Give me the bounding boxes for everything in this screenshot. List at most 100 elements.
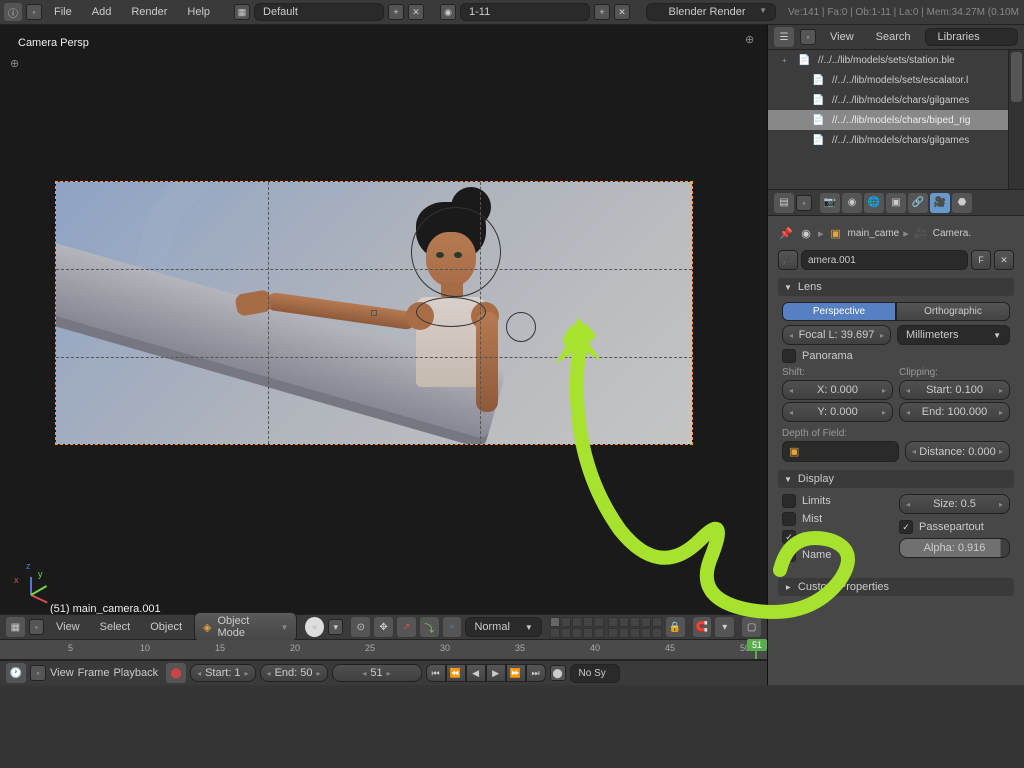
start-frame-input[interactable]: ◂Start: 1▸ bbox=[190, 664, 256, 682]
timeline-editor-icon[interactable]: 🕐 bbox=[6, 663, 26, 683]
expand-menus-icon[interactable]: ◦ bbox=[26, 4, 42, 20]
name-checkbox[interactable] bbox=[782, 548, 796, 562]
menu-help[interactable]: Help bbox=[179, 3, 218, 21]
timeline-view-menu[interactable]: View bbox=[50, 667, 74, 679]
limits-checkbox[interactable] bbox=[782, 494, 796, 508]
snap-type-icon[interactable]: ▾ bbox=[715, 617, 734, 637]
tab-scene-icon[interactable]: ◉ bbox=[842, 193, 862, 213]
tab-object-icon[interactable]: ▣ bbox=[886, 193, 906, 213]
outliner-item[interactable]: 📄//../../lib/models/chars/gilgames bbox=[768, 130, 1024, 150]
dof-object-select[interactable]: ▣ bbox=[782, 441, 899, 462]
mist-checkbox[interactable] bbox=[782, 512, 796, 526]
jump-end-button[interactable]: ⏭ bbox=[526, 664, 546, 682]
outliner-search-menu[interactable]: Search bbox=[868, 28, 919, 46]
scene-add-button[interactable]: + bbox=[594, 4, 610, 20]
menu-render[interactable]: Render bbox=[123, 3, 175, 21]
scene-name-input[interactable]: 1-11 bbox=[460, 3, 590, 21]
props-editor-icon[interactable]: ▤ bbox=[774, 193, 794, 213]
manipulator-translate-icon[interactable]: ↗ bbox=[397, 617, 416, 637]
layout-delete-button[interactable]: ✕ bbox=[408, 4, 424, 20]
lens-panel-header[interactable]: ▼Lens bbox=[778, 278, 1014, 296]
render-border-icon[interactable]: ▢ bbox=[742, 617, 761, 637]
outliner-tree[interactable]: +📄//../../lib/models/sets/station.ble 📄/… bbox=[768, 50, 1024, 190]
alpha-slider[interactable]: Alpha: 0.916 bbox=[899, 538, 1010, 558]
tab-camera-icon[interactable]: 🎥 bbox=[930, 193, 950, 213]
shading-solid-icon[interactable]: ● bbox=[305, 617, 324, 637]
render-engine-select[interactable]: Blender Render ▼ bbox=[646, 3, 776, 21]
pin-icon[interactable]: 📌 bbox=[778, 225, 794, 241]
outliner-item[interactable]: +📄//../../lib/models/sets/station.ble bbox=[768, 50, 1024, 70]
editor-type-icon[interactable]: ▦ bbox=[6, 617, 25, 637]
info-editor-icon[interactable]: ⓘ bbox=[4, 3, 22, 21]
sync-mode-select[interactable]: No Sy bbox=[570, 664, 620, 683]
manipulator-scale-icon[interactable]: ▫ bbox=[443, 617, 462, 637]
perspective-button[interactable]: Perspective bbox=[782, 302, 896, 321]
orthographic-button[interactable]: Orthographic bbox=[896, 302, 1010, 321]
outliner-collapse-icon[interactable]: ◦ bbox=[800, 29, 816, 45]
timeline-ruler[interactable]: 5 10 15 20 25 30 35 40 45 50 bbox=[0, 640, 767, 660]
focal-length-input[interactable]: ◂Focal L: 39.697▸ bbox=[782, 325, 891, 345]
timeline-collapse-icon[interactable]: ◦ bbox=[30, 665, 46, 681]
playhead[interactable] bbox=[755, 640, 757, 659]
tab-render-icon[interactable]: 📷 bbox=[820, 193, 840, 213]
orientation-select[interactable]: Normal▼ bbox=[465, 617, 541, 637]
timeline-frame-menu[interactable]: Frame bbox=[78, 667, 110, 679]
play-reverse-button[interactable]: ◀ bbox=[466, 664, 486, 682]
lens-unit-select[interactable]: Millimeters▼ bbox=[897, 325, 1010, 345]
panorama-checkbox[interactable] bbox=[782, 349, 796, 363]
camera-name-input[interactable] bbox=[801, 250, 968, 270]
passepartout-checkbox[interactable] bbox=[899, 520, 913, 534]
view-menu[interactable]: View bbox=[48, 618, 88, 636]
manipulator-rotate-icon[interactable]: ⤵ bbox=[420, 617, 439, 637]
snap-icon[interactable]: 🧲 bbox=[693, 617, 712, 637]
select-menu[interactable]: Select bbox=[92, 618, 139, 636]
collapse-menus-icon[interactable]: ◦ bbox=[29, 619, 44, 635]
pivot-icon[interactable]: ⊙ bbox=[351, 617, 370, 637]
fake-user-button[interactable]: F bbox=[971, 250, 991, 270]
tab-world-icon[interactable]: 🌐 bbox=[864, 193, 884, 213]
display-panel-header[interactable]: ▼Display bbox=[778, 470, 1014, 488]
autokey-icon[interactable]: ⬤ bbox=[550, 665, 566, 681]
clip-start-input[interactable]: ◂Start: 0.100▸ bbox=[899, 380, 1010, 400]
keyframe-prev-button[interactable]: ⏪ bbox=[446, 664, 466, 682]
scene-delete-button[interactable]: ✕ bbox=[614, 4, 630, 20]
dof-distance-input[interactable]: ◂Distance: 0.000▸ bbox=[905, 441, 1010, 462]
tab-physics-icon[interactable]: ⬣ bbox=[952, 193, 972, 213]
layout-add-button[interactable]: + bbox=[388, 4, 404, 20]
outliner-item[interactable]: 📄//../../lib/models/sets/escalator.l bbox=[768, 70, 1024, 90]
shading-menu-icon[interactable]: ▾ bbox=[328, 619, 343, 635]
clip-end-input[interactable]: ◂End: 100.000▸ bbox=[899, 402, 1010, 422]
display-size-input[interactable]: ◂Size: 0.5▸ bbox=[899, 494, 1010, 514]
record-icon[interactable]: ⬤ bbox=[166, 663, 186, 683]
outliner-item[interactable]: 📄//../../lib/models/chars/gilgames bbox=[768, 90, 1024, 110]
unlink-button[interactable]: ✕ bbox=[994, 250, 1014, 270]
custom-props-header[interactable]: ▼Custom Properties bbox=[778, 578, 1014, 596]
object-menu[interactable]: Object bbox=[142, 618, 190, 636]
datablock-browse-icon[interactable]: 🎥 bbox=[778, 250, 798, 270]
properties-toggle-icon[interactable]: ⊕ bbox=[745, 33, 759, 47]
outliner-editor-icon[interactable]: ☰ bbox=[774, 27, 794, 47]
menu-add[interactable]: Add bbox=[84, 3, 120, 21]
outliner-view-menu[interactable]: View bbox=[822, 28, 862, 46]
play-button[interactable]: ▶ bbox=[486, 664, 506, 682]
tab-constraints-icon[interactable]: 🔗 bbox=[908, 193, 928, 213]
end-frame-input[interactable]: ◂End: 50▸ bbox=[260, 664, 328, 682]
layers-grid[interactable] bbox=[550, 617, 662, 638]
shift-y-input[interactable]: ◂Y: 0.000▸ bbox=[782, 402, 893, 422]
lock-camera-icon[interactable]: 🔒 bbox=[666, 617, 685, 637]
shift-x-input[interactable]: ◂X: 0.000▸ bbox=[782, 380, 893, 400]
outliner-display-select[interactable]: Libraries bbox=[925, 28, 1018, 46]
jump-start-button[interactable]: ⏮ bbox=[426, 664, 446, 682]
layout-browse-icon[interactable]: ▦ bbox=[234, 4, 250, 20]
toolbar-toggle-icon[interactable]: ⊕ bbox=[10, 57, 20, 67]
mode-select[interactable]: ◈Object Mode▼ bbox=[194, 612, 297, 642]
props-collapse-icon[interactable]: ◦ bbox=[796, 195, 812, 211]
viewport-3d[interactable]: Camera Persp ⊕ ⊕ bbox=[0, 25, 768, 685]
thirds-checkbox[interactable] bbox=[782, 530, 796, 544]
current-frame-input[interactable]: ◂51▸ bbox=[332, 664, 422, 682]
menu-file[interactable]: File bbox=[46, 3, 80, 21]
layout-name-input[interactable]: Default bbox=[254, 3, 384, 21]
scene-browse-icon[interactable]: ◉ bbox=[440, 4, 456, 20]
outliner-scrollbar[interactable] bbox=[1008, 50, 1024, 189]
outliner-item[interactable]: 📄//../../lib/models/chars/biped_rig bbox=[768, 110, 1024, 130]
